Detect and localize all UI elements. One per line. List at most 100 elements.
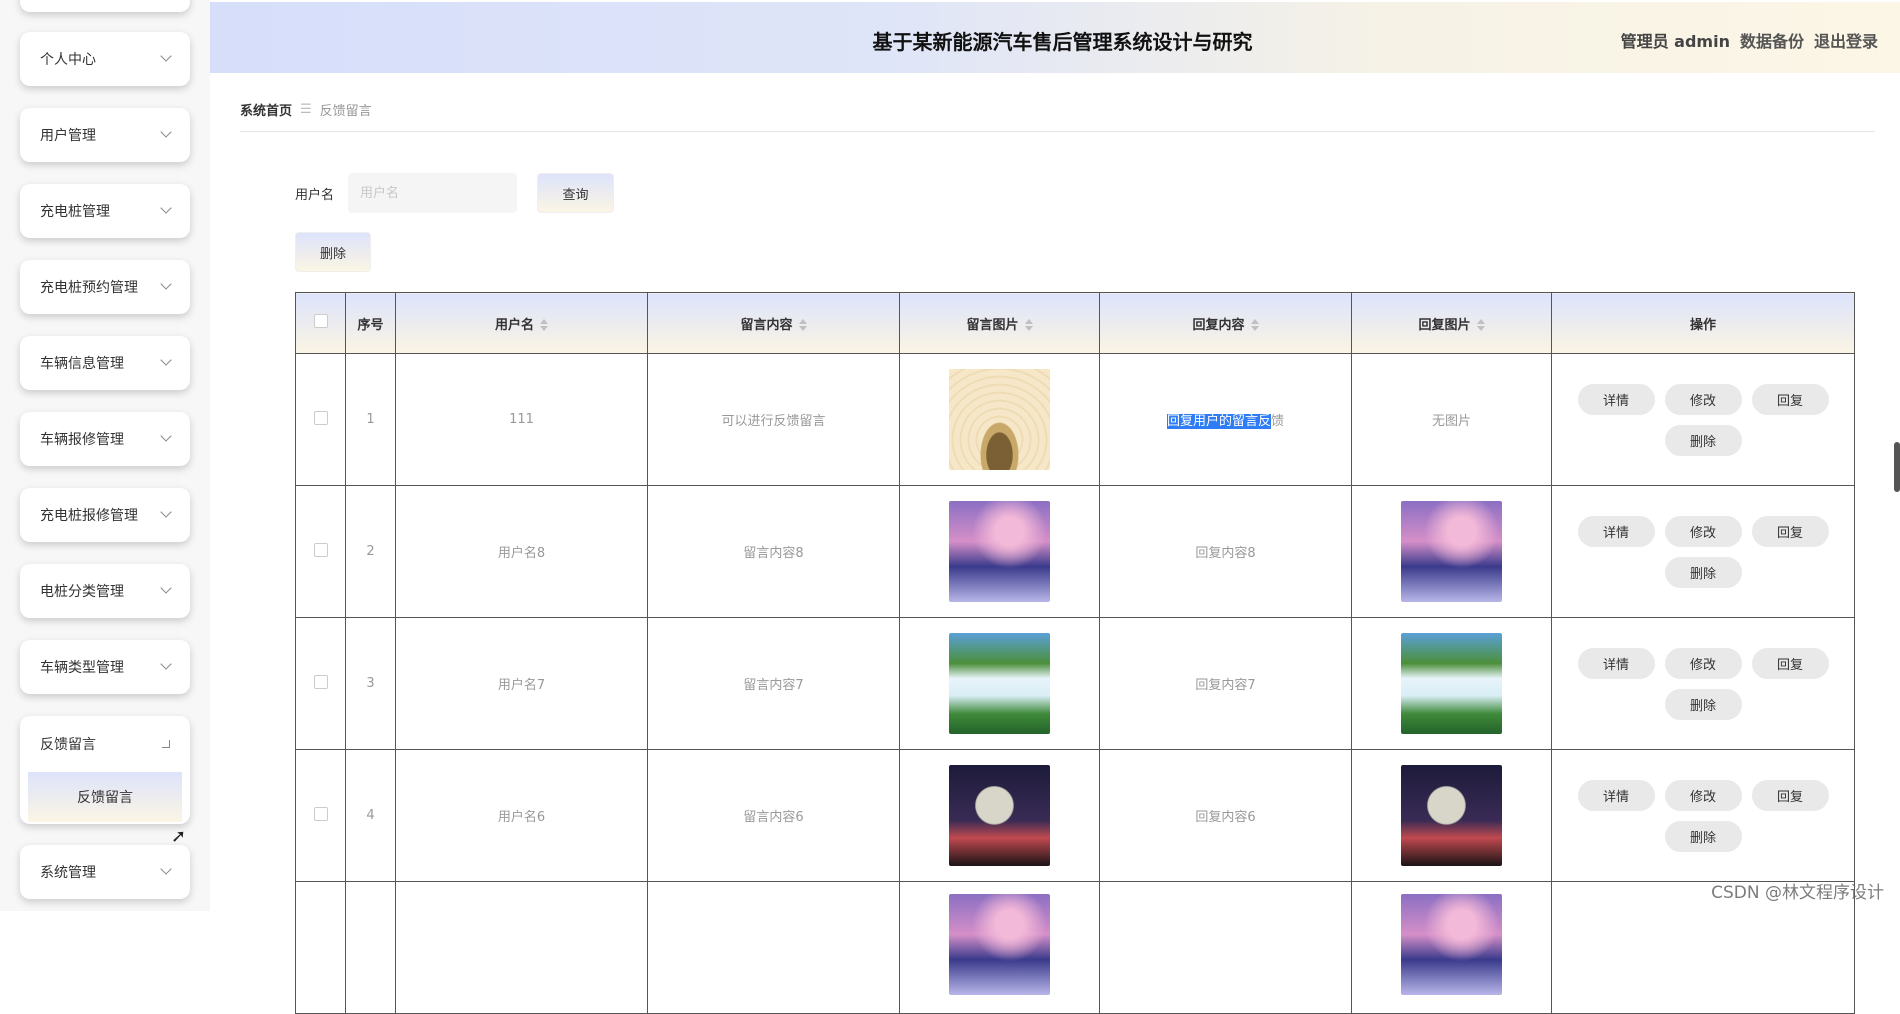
select-all-cell	[296, 293, 346, 354]
row-checkbox[interactable]	[314, 543, 328, 557]
col-reply-image[interactable]: 回复图片	[1352, 293, 1552, 354]
edit-button[interactable]: 修改	[1665, 780, 1742, 811]
reply-image[interactable]	[1401, 765, 1502, 866]
sidebar-item-label: 充电桩预约管理	[40, 277, 138, 297]
table-row: 1 111 可以进行反馈留言 回复用户的留言反馈 无图片 详情 修改 回复 删除	[296, 354, 1855, 486]
col-username-label: 用户名	[495, 318, 534, 333]
sidebar-item-label: 车辆类型管理	[40, 657, 124, 677]
sidebar-item-label: 车辆信息管理	[40, 353, 124, 373]
sidebar-item-system-management[interactable]: 系统管理	[20, 845, 190, 899]
cell-ops: 详情 修改 回复 删除	[1552, 486, 1855, 618]
sort-icon[interactable]	[799, 319, 807, 331]
detail-button[interactable]: 详情	[1578, 780, 1655, 811]
sidebar-subitem-feedback[interactable]: 反馈留言	[28, 772, 182, 822]
cell-username: 用户名7	[396, 618, 648, 750]
detail-button[interactable]: 详情	[1578, 516, 1655, 547]
detail-button[interactable]: 详情	[1578, 384, 1655, 415]
sidebar-item-charger-repair[interactable]: 充电桩报修管理	[20, 488, 190, 542]
table-header-row: 序号 用户名 留言内容 留言图片 回复内容 回复图片 操作	[296, 293, 1855, 354]
col-username[interactable]: 用户名	[396, 293, 648, 354]
col-reply[interactable]: 回复内容	[1100, 293, 1352, 354]
reply-button[interactable]: 回复	[1752, 384, 1829, 415]
detail-button[interactable]: 详情	[1578, 648, 1655, 679]
breadcrumb-home[interactable]: 系统首页	[240, 100, 292, 119]
row-select-cell	[296, 750, 346, 882]
chevron-up-icon	[162, 740, 170, 748]
delete-button[interactable]: 删除	[1665, 557, 1742, 588]
delete-button[interactable]: 删除	[1665, 425, 1742, 456]
sort-icon[interactable]	[1477, 319, 1485, 331]
feedback-image[interactable]	[949, 894, 1050, 995]
row-select-cell	[296, 354, 346, 486]
table-row: 4 用户名6 留言内容6 回复内容6 详情 修改 回复 删除	[296, 750, 1855, 882]
sidebar-item-user-management[interactable]: 用户管理	[20, 108, 190, 162]
cell-ops: 详情 修改 回复 删除	[1552, 750, 1855, 882]
col-content[interactable]: 留言内容	[648, 293, 900, 354]
sidebar-item-label: 用户管理	[40, 125, 96, 145]
logout-link[interactable]: 退出登录	[1814, 28, 1878, 52]
cell-content: 留言内容7	[648, 618, 900, 750]
sidebar-item-vehicle-info[interactable]: 车辆信息管理	[20, 336, 190, 390]
row-select-cell	[296, 618, 346, 750]
col-reply-image-label: 回复图片	[1418, 318, 1470, 333]
sidebar-item-feedback[interactable]: 反馈留言	[20, 716, 190, 772]
select-all-checkbox[interactable]	[314, 314, 328, 328]
cell-content: 留言内容6	[648, 750, 900, 882]
cell-index: 4	[346, 750, 396, 882]
sidebar-item-label: 车辆报修管理	[40, 429, 124, 449]
sort-icon[interactable]	[540, 319, 548, 331]
chevron-down-icon	[160, 582, 171, 593]
sort-icon[interactable]	[1251, 319, 1259, 331]
username-search-input[interactable]	[348, 173, 517, 213]
chevron-down-icon	[160, 430, 171, 441]
sidebar-item-partial[interactable]	[20, 0, 190, 12]
edit-button[interactable]: 修改	[1665, 648, 1742, 679]
row-checkbox[interactable]	[314, 807, 328, 821]
reply-button[interactable]: 回复	[1752, 648, 1829, 679]
breadcrumb: 系统首页 ☰ 反馈留言	[240, 100, 372, 119]
sidebar-item-charger-reservation[interactable]: 充电桩预约管理	[20, 260, 190, 314]
breadcrumb-current: 反馈留言	[320, 100, 372, 119]
delete-button[interactable]: 删除	[1665, 689, 1742, 720]
sidebar-item-charger-management[interactable]: 充电桩管理	[20, 184, 190, 238]
cell-reply	[1100, 882, 1352, 1014]
row-checkbox[interactable]	[314, 411, 328, 425]
edit-button[interactable]: 修改	[1665, 516, 1742, 547]
cell-reply-image: 无图片	[1352, 354, 1552, 486]
reply-button[interactable]: 回复	[1752, 780, 1829, 811]
row-select-cell	[296, 882, 346, 1014]
batch-delete-button[interactable]: 删除	[295, 232, 371, 272]
table-row: 3 用户名7 留言内容7 回复内容7 详情 修改 回复 删除	[296, 618, 1855, 750]
sidebar-item-charger-category[interactable]: 电桩分类管理	[20, 564, 190, 618]
sidebar-item-vehicle-type[interactable]: 车辆类型管理	[20, 640, 190, 694]
col-image[interactable]: 留言图片	[900, 293, 1100, 354]
row-checkbox[interactable]	[314, 675, 328, 689]
query-button[interactable]: 查询	[537, 173, 614, 213]
cell-username: 用户名8	[396, 486, 648, 618]
reply-button[interactable]: 回复	[1752, 516, 1829, 547]
feedback-image[interactable]	[949, 369, 1050, 470]
cell-content	[648, 882, 900, 1014]
cell-reply-image	[1352, 882, 1552, 1014]
feedback-image[interactable]	[949, 765, 1050, 866]
reply-image[interactable]	[1401, 501, 1502, 602]
page-scrollbar[interactable]	[1894, 442, 1900, 492]
cell-content: 可以进行反馈留言	[648, 354, 900, 486]
reply-image[interactable]	[1401, 894, 1502, 995]
col-index: 序号	[346, 293, 396, 354]
table-row: 2 用户名8 留言内容8 回复内容8 详情 修改 回复 删除	[296, 486, 1855, 618]
sidebar-item-personal-center[interactable]: 个人中心	[20, 32, 190, 86]
edit-button[interactable]: 修改	[1665, 384, 1742, 415]
cell-image	[900, 750, 1100, 882]
reply-image[interactable]	[1401, 633, 1502, 734]
feedback-image[interactable]	[949, 633, 1050, 734]
sort-icon[interactable]	[1025, 319, 1033, 331]
sidebar-item-vehicle-repair[interactable]: 车辆报修管理	[20, 412, 190, 466]
sidebar-item-label: 充电桩报修管理	[40, 505, 138, 525]
header-user-links: 管理员 admin 数据备份 退出登录	[1621, 28, 1878, 52]
delete-button[interactable]: 删除	[1665, 821, 1742, 852]
chevron-down-icon	[160, 278, 171, 289]
cell-reply: 回复用户的留言反馈	[1100, 354, 1352, 486]
feedback-image[interactable]	[949, 501, 1050, 602]
backup-link[interactable]: 数据备份	[1740, 28, 1804, 52]
